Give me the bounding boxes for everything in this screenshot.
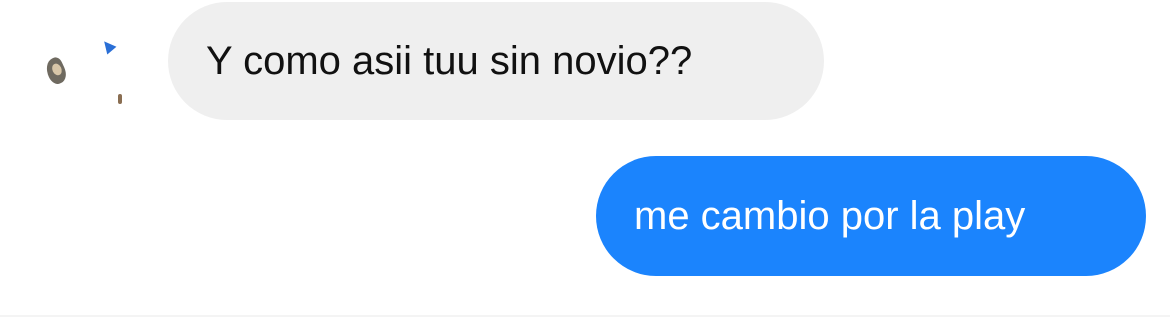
incoming-message-text: Y como asii tuu sin novio??	[206, 39, 693, 83]
incoming-message-bubble[interactable]: Y como asii tuu sin novio??	[168, 2, 824, 120]
avatar-fragment	[118, 94, 122, 104]
outgoing-message-text: me cambio por la play	[634, 194, 1026, 238]
chat-screen: Y como asii tuu sin novio?? me cambio po…	[0, 0, 1170, 317]
outgoing-message-bubble[interactable]: me cambio por la play	[596, 156, 1146, 276]
avatar-fragment	[99, 37, 117, 55]
contact-avatar-icon[interactable]	[44, 36, 128, 112]
avatar-fragment	[44, 55, 70, 87]
